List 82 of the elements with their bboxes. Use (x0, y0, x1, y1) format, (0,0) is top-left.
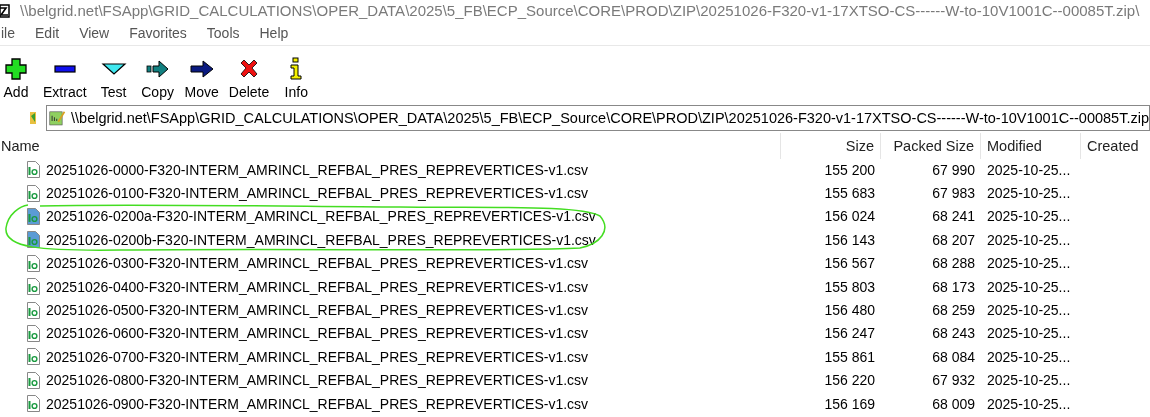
file-name: 20251026-0500-F320-INTERM_AMRINCL_REFBAL_PRES_REPREVERTICES-v1.csv (46, 302, 589, 319)
toolbar-button[interactable]: Test (91, 56, 136, 100)
column-header[interactable]: Name (0, 133, 781, 159)
table-cell-text: 68 173 (931, 278, 976, 295)
file-name: 20251026-0000-F320-INTERM_AMRINCL_REFBAL_PRES_REPREVERTICES-v1.csv (46, 161, 589, 178)
table-cell-text: 68 207 (931, 231, 976, 248)
table-cell-text: 155 200 (823, 161, 876, 178)
file-name: 20251026-0300-F320-INTERM_AMRINCL_REFBAL_PRES_REPREVERTICES-v1.csv (46, 255, 589, 272)
toolbar-button[interactable]: Delete (223, 56, 275, 100)
file-name: 20251026-0800-F320-INTERM_AMRINCL_REFBAL_PRES_REPREVERTICES-v1.csv (46, 372, 589, 389)
plus-icon (5, 58, 27, 80)
column-header[interactable]: Packed Size (881, 133, 981, 159)
file-name: 20251026-0600-F320-INTERM_AMRINCL_REFBAL_PRES_REPREVERTICES-v1.csv (46, 325, 589, 342)
file-name: 20251026-0200a-F320-INTERM_AMRINCL_REFBAL_PRES_REPREVERTICES-v1.csv (46, 208, 596, 225)
table-cell-text: 156 247 (823, 325, 876, 342)
toolbar-button[interactable]: Move (179, 56, 224, 100)
toolbar-button[interactable]: Info (274, 56, 319, 100)
file-name: 20251026-0900-F320-INTERM_AMRINCL_REFBAL_PRES_REPREVERTICES-v1.csv (46, 395, 589, 412)
table-cell-text: 156 024 (823, 208, 876, 225)
table-cell-text: 155 861 (823, 348, 876, 365)
column-header[interactable]: Size (781, 133, 881, 159)
file-icon (27, 348, 40, 366)
table-cell-text: 68 009 (931, 395, 976, 412)
file-icon (27, 254, 40, 272)
table-cell-text: 2025-10-25... (986, 185, 1072, 202)
table-cell-text: 2025-10-25... (986, 302, 1072, 319)
table-cell-text: 2025-10-25... (986, 278, 1072, 295)
table-cell-text: 2025-10-25... (986, 395, 1072, 412)
file-name: 20251026-0400-F320-INTERM_AMRINCL_REFBAL_PRES_REPREVERTICES-v1.csv (46, 278, 589, 295)
table-cell-text: 156 567 (823, 255, 876, 272)
table-cell-text: 2025-10-25... (986, 231, 1072, 248)
table-cell-text: 156 143 (823, 231, 876, 248)
column-header[interactable]: Created (1081, 133, 1150, 159)
window-title: \\belgrid.net\FSApp\GRID_CALCULATIONS\OPER_DATA\2025\5_FB\ECP_Source\CORE\PROD\ZIP\20251026-F320-v1-17XTSO-CS------W-to-10V1001C--00085T.zip\ (20, 2, 1140, 19)
file-icon (27, 207, 40, 225)
table-cell-text: 2025-10-25... (986, 255, 1072, 272)
table-cell-text: 2025-10-25... (986, 325, 1072, 342)
table-cell-text: 68 288 (931, 255, 976, 272)
menu-item[interactable]: Tools (206, 25, 247, 41)
file-name: 20251026-0200b-F320-INTERM_AMRINCL_REFBAL_PRES_REPREVERTICES-v1.csv (46, 231, 596, 248)
toolbar-button[interactable]: Copy (135, 56, 180, 100)
menu-item[interactable]: Favorites (129, 25, 194, 41)
table-cell-text: 67 983 (931, 185, 976, 202)
table-cell-text: 2025-10-25... (986, 372, 1072, 389)
address-field[interactable]: \\belgrid.net\FSApp\GRID_CALCULATIONS\OPER_DATA\2025\5_FB\ECP_Source\CORE\PROD\ZIP\20251026-F320-v1-17XTSO-CS------W-to-10V1001C--00085T.zip (46, 105, 1150, 131)
toolbar-button[interactable]: Add (0, 56, 38, 100)
file-icon (27, 395, 40, 413)
file-name: 20251026-0100-F320-INTERM_AMRINCL_REFBAL_PRES_REPREVERTICES-v1.csv (46, 185, 589, 202)
table-cell-text: 67 932 (931, 372, 976, 389)
file-icon (27, 301, 40, 319)
table-cell-text: 155 803 (823, 278, 876, 295)
table-cell-text: 68 259 (931, 302, 976, 319)
file-icon (27, 231, 40, 249)
table-cell-text: 2025-10-25... (986, 161, 1072, 178)
file-icon (27, 161, 40, 179)
menu-item[interactable]: View (79, 25, 117, 41)
table-cell-text: 2025-10-25... (986, 348, 1072, 365)
file-icon (27, 278, 40, 296)
close-icon (240, 59, 258, 78)
menu-item[interactable]: ile (1, 25, 22, 41)
menu-item[interactable]: Edit (35, 25, 67, 41)
file-icon (27, 371, 40, 389)
arrow-icon (190, 60, 214, 78)
table-cell-text: 68 084 (931, 348, 976, 365)
table-cell-text: 2025-10-25... (986, 208, 1072, 225)
toolbar-button[interactable]: Extract (38, 56, 92, 100)
table-cell-text: 156 169 (823, 395, 876, 412)
arrow-icon (146, 60, 169, 78)
table-cell-text: 68 241 (931, 208, 976, 225)
column-header[interactable]: Modified (981, 133, 1081, 159)
table-cell-text: 155 683 (823, 185, 876, 202)
file-icon (27, 324, 40, 342)
table-cell-text: 67 990 (931, 161, 976, 178)
info-icon (290, 57, 302, 80)
file-name: 20251026-0700-F320-INTERM_AMRINCL_REFBAL_PRES_REPREVERTICES-v1.csv (46, 348, 589, 365)
notepad-icon (49, 108, 66, 128)
table-cell-text: 156 220 (823, 372, 876, 389)
table-cell-text: 68 243 (931, 325, 976, 342)
table-cell-text: 156 480 (823, 302, 876, 319)
minus-icon (54, 65, 76, 73)
menu-item[interactable]: Help (259, 25, 296, 41)
file-icon (27, 184, 40, 202)
